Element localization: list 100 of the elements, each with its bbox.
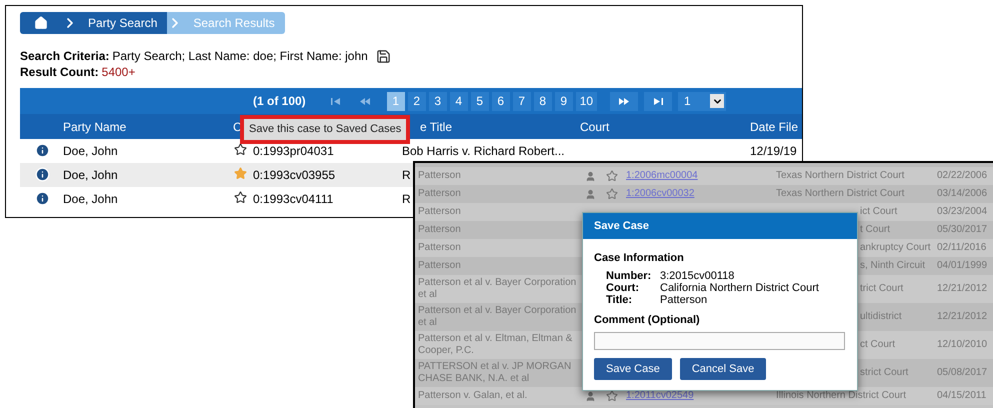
column-header[interactable]: Date File [750,118,798,136]
date-filed: 03/14/2006 [937,188,988,200]
page-select-value: 1 [684,93,691,110]
court-name: Texas Northern District Court [776,188,904,200]
field-label: Title: [606,294,634,306]
comment-input[interactable] [594,332,845,350]
date-filed: 12/10/2010 [937,339,988,351]
court-name: s, Ninth Circuit [860,260,926,272]
page-button[interactable]: 8 [534,92,552,110]
court-name: ict Court [860,206,898,218]
date-filed: 02/22/2006 [937,170,988,182]
case-title: Patterson et al v. Bayer Corporation et al [418,277,578,301]
dialog-title: Save Case [594,218,650,234]
field-label: Court: [606,282,640,294]
case-title: Bob Harris v. Richard Robert... [402,143,564,160]
case-title: Patterson [418,242,462,254]
case-title: Patterson v. Galan, et al. [418,390,528,402]
home-button[interactable] [20,12,62,34]
case-title: Patterson et al v. Bayer Corporation et al [418,305,578,329]
case-number: 0:1993cv04111 [253,191,334,208]
case-title: Patterson [418,206,462,218]
court-name: ultidistrict [860,311,902,323]
breadcrumb-link[interactable]: Party Search [78,12,168,34]
page-button[interactable]: 10 [576,92,598,110]
star-icon[interactable] [234,167,247,180]
page-button[interactable]: 7 [512,92,531,110]
comment-label: Comment (Optional) [594,312,701,328]
case-title: Patterson [418,260,462,272]
page-button[interactable]: 3 [428,92,447,110]
case-title: PATTERSON et al v. JP MORGAN CHASE BANK, N.A. et al [418,361,572,385]
court-name: t Court [860,224,890,236]
dropdown-button[interactable] [710,94,724,108]
page-summary: (1 of 100) [253,93,306,110]
case-link[interactable]: 1:2006mc00004 [626,170,698,182]
star-icon[interactable] [234,143,247,156]
person-icon [585,390,596,402]
case-title: R [402,191,411,208]
next-page-button[interactable] [610,92,638,110]
date-filed: 04/15/2011 [937,390,986,402]
star-icon[interactable] [606,390,618,402]
star-icon[interactable] [606,188,618,200]
party-name: Doe, John [63,167,118,184]
column-header[interactable]: Court [580,118,610,136]
party-name: Doe, John [63,143,118,160]
star-icon[interactable] [234,191,247,204]
column-header[interactable]: Party Name [63,118,126,136]
page-button[interactable]: 2 [408,92,426,110]
case-link[interactable]: 1:2011cv02549 [626,390,694,402]
court-name: Illinois Northern District Court [776,390,906,402]
dialog-button[interactable]: Cancel Save [680,358,766,380]
date-filed: 03/23/2004 [937,206,988,218]
page-button[interactable]: 6 [492,92,510,110]
result-count-value: 5400+ [102,64,136,80]
search-criteria-text: Party Search; Last Name: doe; First Name: john [112,48,368,64]
page-button[interactable]: 5 [470,92,489,110]
dialog-button[interactable]: Save Case [594,358,672,380]
info-icon[interactable] [35,191,50,206]
court-name: ankruptcy Court [860,242,931,254]
tooltip: Save this case to Saved Cases [240,115,410,144]
case-number: 0:1993pr04031 [253,143,334,160]
date-filed: 05/30/2017 [937,224,988,236]
court-name: Texas Northern District Court [776,170,904,182]
page-select[interactable]: 1 [678,92,726,110]
column-header[interactable]: e Title [420,118,452,136]
person-icon [585,170,596,182]
star-icon[interactable] [606,170,618,182]
date-filed: 12/21/2012 [937,311,988,323]
date-filed: 04/01/1999 [937,260,988,272]
result-count-label: Result Count: [20,64,99,80]
person-icon [585,188,596,200]
court-name: trict Court [860,283,904,295]
date-filed: 05/08/2017 [937,367,988,379]
info-icon[interactable] [35,143,50,158]
page-button[interactable]: 9 [554,92,573,110]
next-page-icon [619,98,630,104]
info-icon[interactable] [35,167,50,182]
first-page-icon [331,98,340,104]
date-filed: 12/21/2012 [937,283,988,295]
search-criteria-label: Search Criteria: [20,48,110,64]
section-heading: Case Information [594,251,685,266]
case-title: Patterson [418,224,462,236]
court-name: strict Court [860,367,908,379]
chevron-icon [167,12,184,34]
case-title: R [402,167,411,184]
date-filed: 12/19/19 [750,143,797,160]
case-title: Patterson [418,170,462,182]
case-title: Patterson et al v. Eltman, Eltman & Cooper, P.C. [418,333,574,357]
last-page-button[interactable] [644,92,672,110]
court-name: ct Court [860,339,896,351]
page-button[interactable]: 4 [450,92,468,110]
field-value: Patterson [660,294,708,306]
previous-page-icon [360,98,370,104]
party-name: Doe, John [63,191,118,208]
case-link[interactable]: 1:2006cv00032 [626,188,694,200]
save-icon[interactable] [376,48,391,64]
field-value: California Northern District Court [660,282,819,294]
case-title: Patterson [418,188,462,200]
field-value: 3:2015cv00118 [660,270,734,282]
date-filed: 02/11/2016 [937,242,986,254]
case-number: 0:1993cv03955 [253,167,336,184]
